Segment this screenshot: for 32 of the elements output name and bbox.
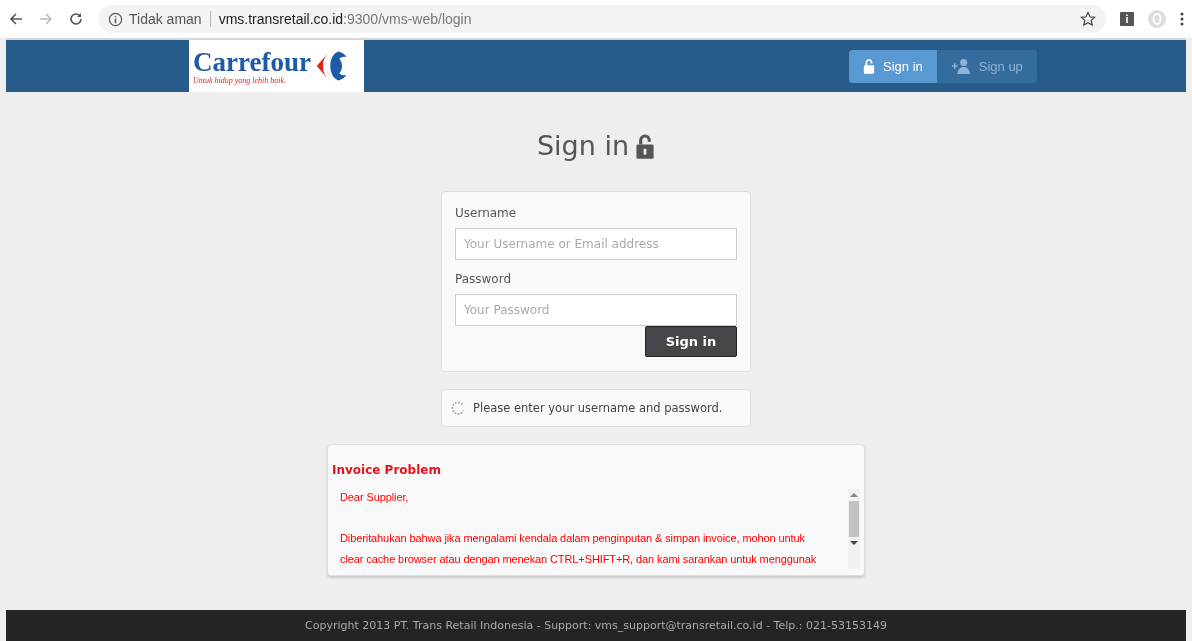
notice-text: Dear Supplier,: [340, 490, 410, 505]
input-field[interactable]: Your Username or Email address: [455, 228, 737, 260]
footer-text: Copyright 2013 PT. Trans Retail Indonesia - Support: vms_support@transretail.co.id - Telp.: 021-53153149: [305, 619, 887, 632]
scrollbar[interactable]: [848, 489, 860, 569]
field-label: Username: [455, 206, 518, 220]
star-icon[interactable]: [1080, 11, 1096, 27]
spinner-icon: [451, 401, 465, 415]
back-icon[interactable]: [8, 11, 24, 27]
carrefour-logo[interactable]: Carrefour Untuk hidup yang lebih baik.: [189, 40, 364, 92]
add-user-icon: [950, 58, 971, 74]
url-host: vms.transretail.co.id: [218, 11, 344, 27]
notice-text: clear cache browser atau dengan menekan CTRL+SHIFT+R, dan kami sarankan untuk menggunak: [340, 552, 818, 567]
info-icon[interactable]: [108, 11, 123, 27]
address-bar[interactable]: Tidak aman vms.transretail.co.id:9300/vms-web/login: [98, 5, 1106, 33]
extension-icon[interactable]: [1120, 12, 1134, 26]
menu-icon[interactable]: [1180, 11, 1184, 27]
scroll-up-icon[interactable]: [850, 492, 858, 498]
page-title: Sign in: [536, 130, 630, 161]
brand-tagline: Untuk hidup yang lebih baik.: [193, 75, 288, 85]
notice-text: Diberitahukan bahwa jika mengalami kendala dalam penginputan & simpan invoice, mohon untuk: [340, 531, 806, 546]
reload-icon[interactable]: [68, 11, 84, 27]
lock-icon: [635, 132, 656, 159]
url-path: :9300/vms-web/login: [343, 11, 472, 27]
status-message: Please enter your username and password.: [473, 401, 723, 415]
brand-name: Carrefour: [193, 47, 311, 76]
sign-in-button[interactable]: Sign in: [645, 326, 737, 357]
security-label: Tidak aman: [129, 11, 202, 27]
field-label: Password: [455, 272, 513, 286]
scroll-down-icon[interactable]: [850, 540, 858, 546]
input-field[interactable]: Your Password: [455, 294, 737, 326]
notice-title: Invoice Problem: [332, 463, 442, 477]
lock-icon: [863, 58, 875, 74]
